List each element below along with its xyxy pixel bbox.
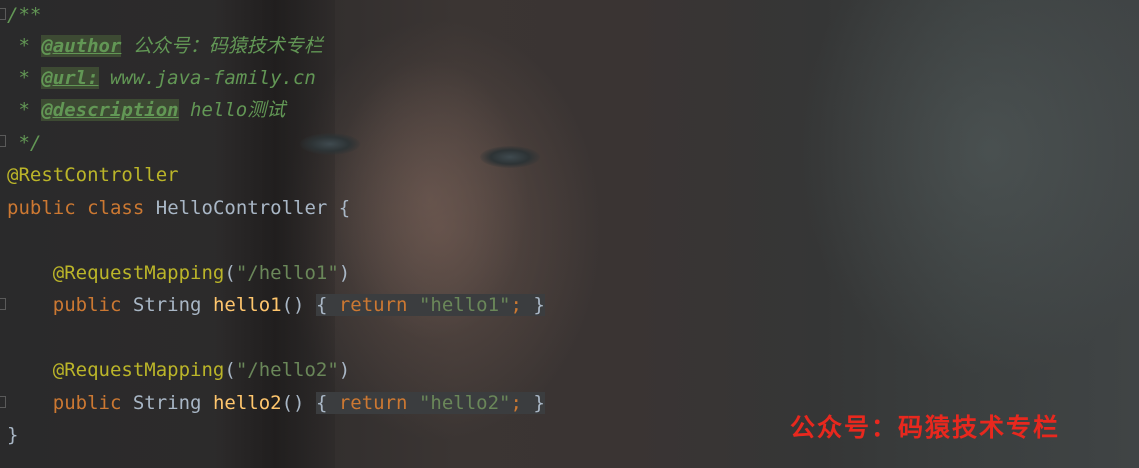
doc-star: *: [7, 67, 42, 89]
code-line-6: @RestController: [7, 160, 179, 190]
semicolon: ;: [510, 294, 522, 316]
class-annotation: @RestController: [7, 164, 179, 186]
return-value: "hello2": [418, 392, 511, 414]
watermark-text: 公众号：码猿技术专栏: [790, 413, 1061, 442]
doc-open: /**: [7, 4, 42, 26]
keyword-public: public: [7, 197, 76, 219]
keyword-public: public: [52, 294, 122, 316]
code-line-10: public String hello1() { return "hello1"…: [7, 290, 545, 320]
class-close-brace: }: [7, 424, 19, 446]
folded-body: { return "hello1"; }: [315, 294, 545, 316]
fold-marker-icon[interactable]: [0, 298, 6, 310]
doc-close: */: [7, 132, 42, 154]
doc-star: *: [7, 35, 42, 57]
doc-author-value: 公众号：码猿技术专栏: [121, 35, 323, 57]
code-editor[interactable]: /** * @author 公众号：码猿技术专栏 * @url: www.jav…: [0, 0, 1139, 468]
code-line-3: * @url: www.java-family.cn: [7, 63, 316, 93]
doc-url-value: www.java-family.cn: [98, 67, 316, 89]
method-parens: (): [281, 392, 305, 414]
method-name: hello1: [212, 294, 282, 316]
method-annotation: @RequestMapping: [52, 359, 225, 381]
doc-description-value: hello测试: [178, 99, 286, 121]
fold-marker-icon[interactable]: [0, 135, 6, 147]
body-open-brace: {: [315, 392, 328, 414]
fold-marker-icon[interactable]: [0, 396, 6, 408]
folded-body: { return "hello2"; }: [315, 392, 545, 414]
class-open-brace: {: [338, 197, 351, 219]
fold-marker-icon[interactable]: [0, 8, 6, 20]
code-line-1: /**: [7, 0, 41, 30]
keyword-return: return: [338, 294, 408, 316]
doc-author-tag: @author: [41, 35, 122, 57]
code-line-4: * @description hello测试: [7, 95, 285, 125]
body-close-brace: }: [533, 294, 545, 316]
semicolon: ;: [510, 392, 522, 414]
doc-description-tag: @description: [41, 99, 179, 121]
code-line-5: */: [7, 128, 41, 158]
code-line-12: @RequestMapping("/hello2"): [52, 359, 351, 381]
annotation-arg: "/hello2": [235, 359, 339, 381]
body-open-brace: {: [315, 294, 328, 316]
code-line-7: public class HelloController {: [7, 193, 350, 223]
method-annotation: @RequestMapping: [52, 262, 225, 284]
method-name: hello2: [212, 392, 282, 414]
return-type: String: [132, 294, 202, 316]
code-line-9: @RequestMapping("/hello1"): [52, 262, 351, 284]
doc-url-tag: @url:: [41, 67, 99, 89]
annotation-arg: "/hello1": [235, 262, 339, 284]
keyword-public: public: [52, 392, 122, 414]
code-line-14: }: [7, 420, 18, 450]
keyword-class: class: [87, 197, 145, 219]
class-name: HelloController: [155, 197, 328, 219]
code-line-13: public String hello2() { return "hello2"…: [7, 388, 545, 418]
return-value: "hello1": [418, 294, 511, 316]
doc-star: *: [7, 99, 42, 121]
code-line-2: * @author 公众号：码猿技术专栏: [7, 31, 323, 61]
body-close-brace: }: [533, 392, 545, 414]
return-type: String: [132, 392, 202, 414]
keyword-return: return: [338, 392, 408, 414]
method-parens: (): [281, 294, 305, 316]
